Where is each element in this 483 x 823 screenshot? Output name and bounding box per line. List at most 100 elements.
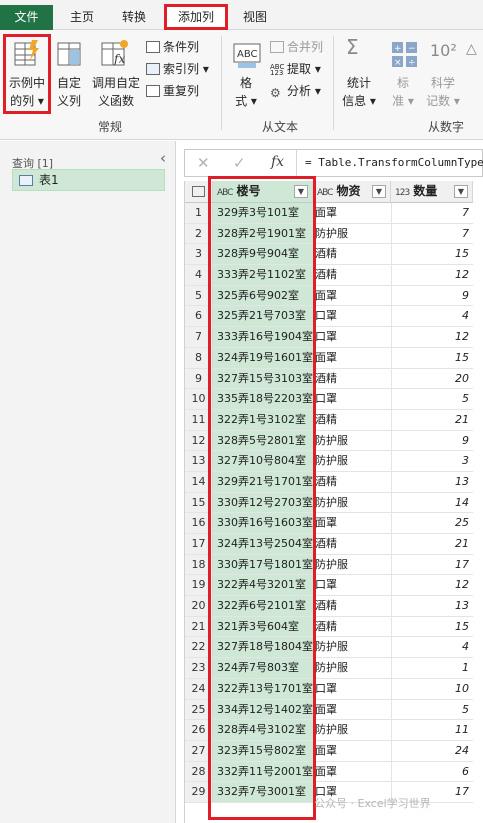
cell-quantity[interactable]: 14 — [391, 492, 473, 513]
cell-quantity[interactable]: 12 — [391, 327, 473, 347]
svg-text:fx: fx — [113, 52, 125, 66]
cell-supplies[interactable]: 口罩 — [313, 389, 391, 409]
fx-icon[interactable]: fx — [271, 154, 284, 170]
cell-quantity[interactable]: 15 — [391, 244, 473, 265]
cell-quantity[interactable]: 6 — [391, 761, 473, 782]
cell-quantity[interactable]: 10 — [391, 678, 473, 699]
cell-quantity[interactable]: 25 — [391, 513, 473, 533]
cell-quantity[interactable]: 4 — [391, 637, 473, 658]
custom-column-icon — [57, 42, 81, 66]
cell-supplies[interactable]: 防护服 — [313, 637, 391, 658]
cell-supplies[interactable]: 口罩 — [313, 306, 391, 327]
cancel-icon[interactable]: ✕ — [197, 154, 210, 172]
svg-text:+: + — [394, 44, 402, 54]
cell-supplies[interactable]: 酒精 — [313, 265, 391, 285]
format-button[interactable]: 格 式 ▾ — [230, 74, 262, 110]
duplicate-column-button[interactable]: 重复列 — [146, 82, 199, 100]
tab-file[interactable]: 文件 — [0, 5, 53, 30]
conditional-column-button[interactable]: 条件列 — [146, 38, 199, 56]
svg-text:ABC: ABC — [237, 49, 258, 60]
tab-add-column[interactable]: 添加列 — [164, 4, 228, 30]
group-from-text-label: 从文本 — [261, 120, 298, 134]
cell-supplies[interactable]: 防护服 — [313, 492, 391, 513]
cell-quantity[interactable]: 7 — [391, 223, 473, 244]
cell-supplies[interactable]: 酒精 — [313, 534, 391, 554]
cell-quantity[interactable]: 21 — [391, 409, 473, 430]
parse-icon: ⚙ — [270, 86, 281, 100]
cell-supplies[interactable]: 防护服 — [313, 430, 391, 451]
cell-quantity[interactable]: 15 — [391, 616, 473, 637]
standard-button[interactable]: 标 准 ▾ — [388, 74, 418, 110]
ribbon: 示例中 的列 ▾ 自定 义列 fx 调用自定 义函数 条件列 索引列 ▾ 重复列… — [0, 30, 483, 140]
cell-supplies[interactable]: 防护服 — [313, 554, 391, 575]
cell-supplies[interactable]: 防护服 — [313, 451, 391, 471]
column-header-quantity[interactable]: 123 数量 ▼ — [391, 181, 473, 203]
invoke-custom-function-button[interactable]: 调用自定 义函数 — [90, 74, 142, 110]
cell-supplies[interactable]: 面罩 — [313, 203, 391, 223]
extract-button[interactable]: ABC 123 提取 ▾ — [270, 60, 321, 78]
cell-quantity[interactable]: 3 — [391, 451, 473, 471]
query-item[interactable]: 表1 — [12, 169, 165, 191]
cell-quantity[interactable]: 13 — [391, 596, 473, 616]
cell-supplies[interactable]: 酒精 — [313, 616, 391, 637]
cell-supplies[interactable]: 口罩 — [313, 575, 391, 596]
column-from-examples-button[interactable]: 示例中 的列 ▾ — [6, 74, 48, 110]
cell-supplies[interactable]: 防护服 — [313, 223, 391, 244]
cell-quantity[interactable]: 5 — [391, 389, 473, 409]
filter-dropdown-icon[interactable]: ▼ — [454, 185, 468, 198]
group-general-label: 常规 — [97, 120, 122, 134]
cell-supplies[interactable]: 防护服 — [313, 720, 391, 740]
cell-supplies[interactable]: 防护服 — [313, 658, 391, 678]
table-menu-icon — [192, 186, 205, 197]
conditional-column-icon — [146, 41, 160, 53]
cell-supplies[interactable]: 酒精 — [313, 368, 391, 389]
format-icon: ABC — [233, 43, 261, 68]
index-column-icon — [146, 63, 160, 75]
tab-view[interactable]: 视图 — [239, 6, 271, 28]
statistics-button[interactable]: 统计 信息 ▾ — [338, 74, 380, 110]
cell-supplies[interactable]: 面罩 — [313, 285, 391, 306]
cell-quantity[interactable]: 24 — [391, 740, 473, 761]
cell-quantity[interactable]: 21 — [391, 534, 473, 554]
cell-quantity[interactable]: 5 — [391, 699, 473, 720]
cell-supplies[interactable]: 面罩 — [313, 347, 391, 368]
cell-supplies[interactable]: 面罩 — [313, 513, 391, 533]
cell-quantity[interactable]: 1 — [391, 658, 473, 678]
custom-column-button[interactable]: 自定 义列 — [54, 74, 84, 110]
tab-transform[interactable]: 转换 — [117, 6, 151, 28]
cell-supplies[interactable]: 面罩 — [313, 761, 391, 782]
column-header-supplies[interactable]: ABC 物资 ▼ — [313, 181, 391, 203]
cell-quantity[interactable]: 17 — [391, 554, 473, 575]
cell-supplies[interactable]: 口罩 — [313, 678, 391, 699]
cell-supplies[interactable]: 酒精 — [313, 409, 391, 430]
cell-supplies[interactable]: 面罩 — [313, 740, 391, 761]
index-column-button[interactable]: 索引列 ▾ — [146, 60, 209, 78]
parse-button[interactable]: ⚙ 分析 ▾ — [270, 82, 321, 100]
scientific-button[interactable]: 科学 记数 ▾ — [426, 74, 460, 110]
cell-supplies[interactable]: 酒精 — [313, 596, 391, 616]
cell-quantity[interactable]: 7 — [391, 203, 473, 223]
cell-supplies[interactable]: 口罩 — [313, 327, 391, 347]
confirm-icon[interactable]: ✓ — [233, 154, 246, 172]
cell-quantity[interactable]: 20 — [391, 368, 473, 389]
merge-columns-button[interactable]: 合并列 — [270, 38, 323, 56]
cell-quantity[interactable]: 9 — [391, 430, 473, 451]
tab-home[interactable]: 主页 — [66, 6, 98, 28]
cell-quantity[interactable]: 11 — [391, 720, 473, 740]
group-from-number-label: 从数字 — [427, 120, 464, 134]
cell-quantity[interactable]: 9 — [391, 285, 473, 306]
collapse-chevron-icon[interactable]: ‹ — [160, 149, 166, 167]
number-type-icon[interactable]: 123 — [395, 183, 410, 204]
cell-quantity[interactable]: 15 — [391, 347, 473, 368]
filter-dropdown-icon[interactable]: ▼ — [372, 185, 386, 198]
cell-quantity[interactable]: 12 — [391, 265, 473, 285]
formula-input[interactable]: = Table.TransformColumnTypes — [305, 156, 483, 169]
cell-quantity[interactable]: 12 — [391, 575, 473, 596]
cell-supplies[interactable]: 面罩 — [313, 699, 391, 720]
cell-quantity[interactable]: 4 — [391, 306, 473, 327]
svg-text:−: − — [408, 44, 416, 54]
cell-quantity[interactable]: 13 — [391, 471, 473, 492]
text-type-icon[interactable]: ABC — [317, 183, 334, 204]
cell-supplies[interactable]: 酒精 — [313, 244, 391, 265]
cell-supplies[interactable]: 酒精 — [313, 471, 391, 492]
